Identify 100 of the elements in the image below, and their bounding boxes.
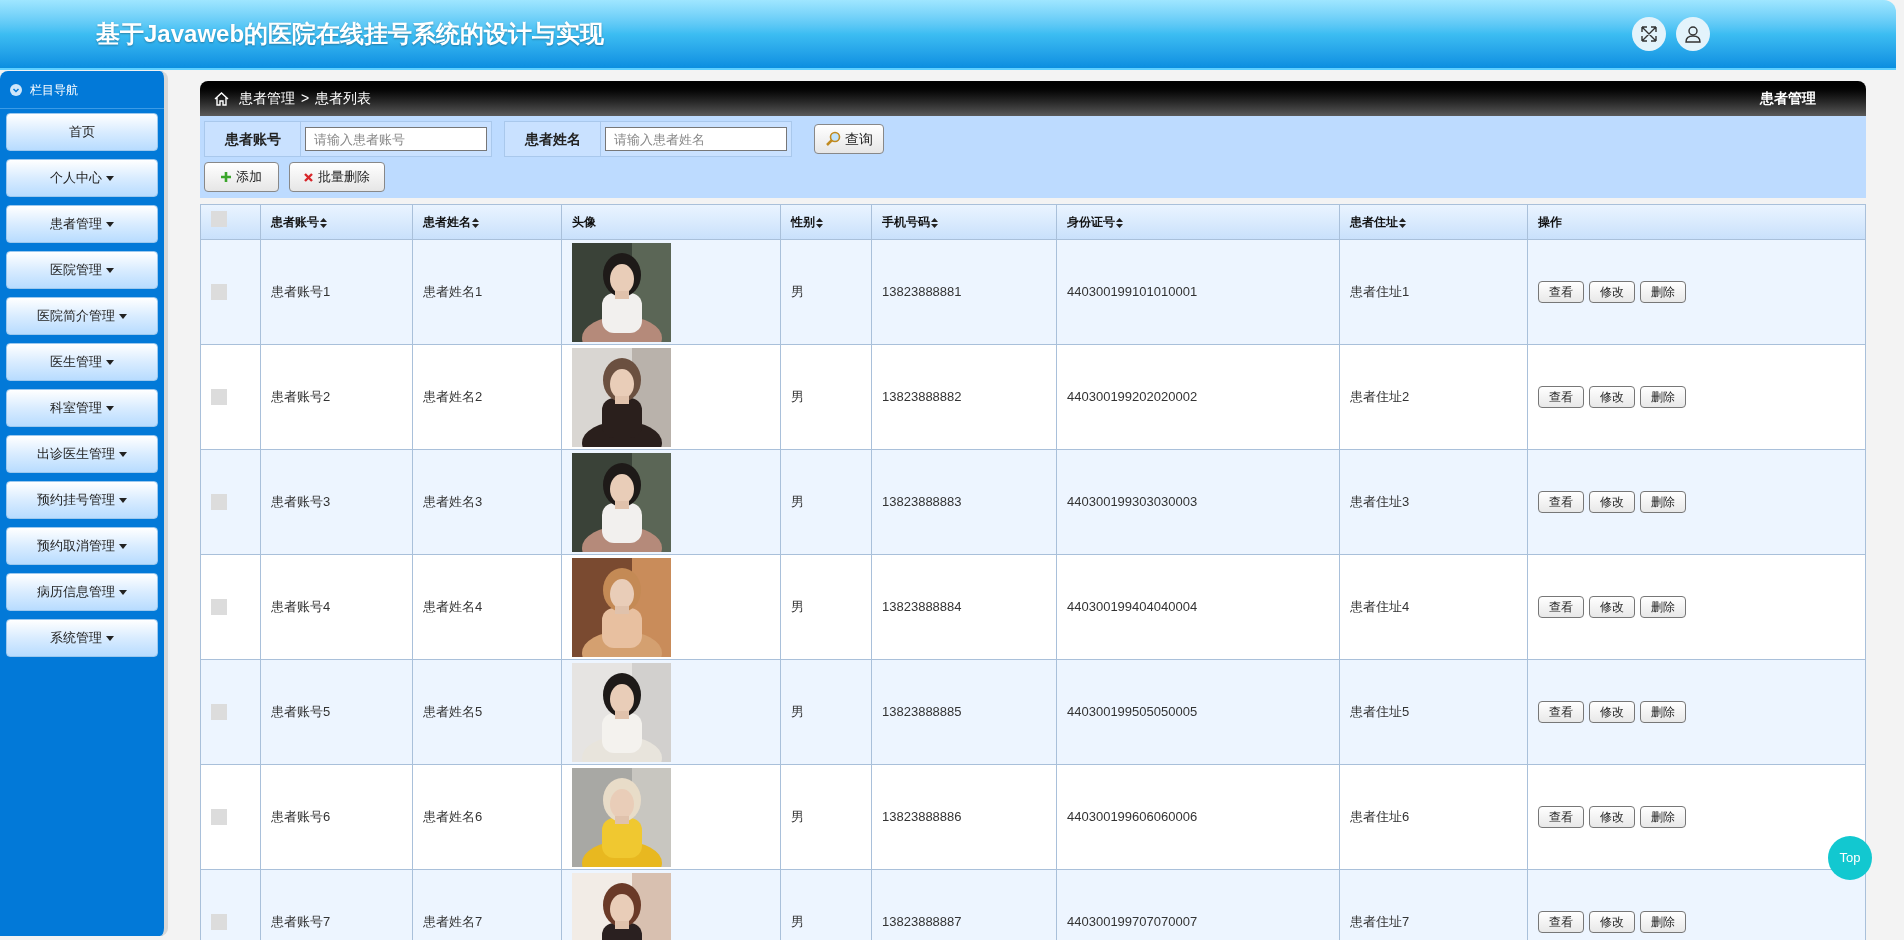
caret-icon (119, 451, 127, 457)
table-cell: 患者姓名6 (412, 764, 562, 870)
caret-icon (119, 313, 127, 319)
edit-button[interactable]: 修改 (1589, 596, 1635, 618)
sort-icon[interactable] (1399, 217, 1406, 228)
delete-button[interactable]: 删除 (1640, 386, 1686, 408)
view-button[interactable]: 查看 (1538, 596, 1584, 618)
user-button[interactable] (1676, 17, 1710, 51)
sidebar-item[interactable]: 预约挂号管理 (6, 481, 158, 519)
edit-button[interactable]: 修改 (1589, 281, 1635, 303)
add-button[interactable]: 添加 (204, 162, 279, 192)
sort-icon[interactable] (472, 217, 479, 228)
column-header[interactable]: 手机号码 (871, 204, 1057, 240)
delete-button[interactable]: 删除 (1640, 911, 1686, 933)
view-button[interactable]: 查看 (1538, 806, 1584, 828)
row-checkbox[interactable] (211, 494, 227, 510)
column-header[interactable]: 患者账号 (260, 204, 413, 240)
sidebar-item[interactable]: 医生管理 (6, 343, 158, 381)
view-button[interactable]: 查看 (1538, 491, 1584, 513)
table-cell: 患者住址2 (1339, 344, 1528, 450)
row-checkbox[interactable] (211, 914, 227, 930)
sort-icon[interactable] (320, 217, 327, 228)
cross-icon (304, 172, 313, 182)
filter-input[interactable]: 请输入患者账号 (305, 127, 487, 151)
table-cell: 男 (780, 344, 872, 450)
delete-button[interactable]: 删除 (1640, 491, 1686, 513)
filter-input[interactable]: 请输入患者姓名 (605, 127, 787, 151)
edit-button[interactable]: 修改 (1589, 806, 1635, 828)
section-title: 患者管理 (1760, 89, 1816, 108)
table-cell: 患者姓名3 (412, 449, 562, 555)
sidebar-title: 栏目导航 (30, 81, 78, 99)
row-checkbox[interactable] (211, 284, 227, 300)
table-cell: 13823888884 (871, 554, 1057, 660)
table-cell: 440300199303030003 (1056, 449, 1340, 555)
table-cell: 男 (780, 554, 872, 660)
sort-icon[interactable] (931, 217, 938, 228)
sidebar-item[interactable]: 个人中心 (6, 159, 158, 197)
caret-icon (106, 359, 114, 365)
row-checkbox[interactable] (211, 704, 227, 720)
sort-icon[interactable] (1116, 217, 1123, 228)
delete-button[interactable]: 删除 (1640, 596, 1686, 618)
column-header[interactable]: 身份证号 (1056, 204, 1340, 240)
fullscreen-button[interactable] (1632, 17, 1666, 51)
row-checkbox[interactable] (211, 809, 227, 825)
batch-delete-button[interactable]: 批量删除 (289, 162, 385, 192)
table-cell: 患者姓名4 (412, 554, 562, 660)
delete-button[interactable]: 删除 (1640, 281, 1686, 303)
view-button[interactable]: 查看 (1538, 386, 1584, 408)
table-cell: 患者账号3 (260, 449, 413, 555)
breadcrumb-separator: > (301, 89, 310, 108)
table-cell: 13823888885 (871, 659, 1057, 765)
sidebar-item[interactable]: 患者管理 (6, 205, 158, 243)
home-icon[interactable] (214, 91, 229, 106)
sidebar-item[interactable]: 预约取消管理 (6, 527, 158, 565)
caret-icon (106, 267, 114, 273)
sidebar-item[interactable]: 病历信息管理 (6, 573, 158, 611)
table-cell: 男 (780, 449, 872, 555)
view-button[interactable]: 查看 (1538, 701, 1584, 723)
breadcrumb-link[interactable]: 患者管理 (239, 88, 295, 109)
table-cell: 患者账号4 (260, 554, 413, 660)
filter-label: 患者账号 (205, 122, 301, 156)
edit-button[interactable]: 修改 (1589, 911, 1635, 933)
view-button[interactable]: 查看 (1538, 281, 1584, 303)
table-cell: 13823888881 (871, 239, 1057, 345)
caret-icon (106, 405, 114, 411)
table-cell: 患者姓名5 (412, 659, 562, 765)
table-cell: 男 (780, 239, 872, 345)
row-checkbox[interactable] (211, 389, 227, 405)
delete-button[interactable]: 删除 (1640, 701, 1686, 723)
caret-icon (106, 175, 114, 181)
collapse-icon[interactable] (10, 83, 22, 96)
table-cell: 男 (780, 659, 872, 765)
view-button[interactable]: 查看 (1538, 911, 1584, 933)
filter-label: 患者姓名 (505, 122, 601, 156)
table-cell: 患者姓名1 (412, 239, 562, 345)
search-button[interactable]: 查询 (814, 124, 884, 154)
user-icon (1684, 25, 1702, 43)
sidebar-item[interactable]: 系统管理 (6, 619, 158, 657)
column-header[interactable]: 性别 (780, 204, 872, 240)
edit-button[interactable]: 修改 (1589, 386, 1635, 408)
table-cell: 440300199101010001 (1056, 239, 1340, 345)
select-all-checkbox[interactable] (211, 211, 227, 227)
column-header[interactable]: 患者住址 (1339, 204, 1528, 240)
sort-icon[interactable] (816, 217, 823, 228)
delete-button[interactable]: 删除 (1640, 806, 1686, 828)
table-cell: 患者账号1 (260, 239, 413, 345)
column-header[interactable]: 患者姓名 (412, 204, 562, 240)
table-cell: 440300199202020002 (1056, 344, 1340, 450)
column-header: 头像 (561, 204, 781, 240)
edit-button[interactable]: 修改 (1589, 701, 1635, 723)
sidebar-item[interactable]: 科室管理 (6, 389, 158, 427)
table-cell: 患者住址6 (1339, 764, 1528, 870)
row-checkbox[interactable] (211, 599, 227, 615)
sidebar-item[interactable]: 首页 (6, 113, 158, 151)
sidebar-item[interactable]: 出诊医生管理 (6, 435, 158, 473)
expand-icon (1640, 25, 1658, 43)
edit-button[interactable]: 修改 (1589, 491, 1635, 513)
table-cell: 患者住址5 (1339, 659, 1528, 765)
sidebar-item[interactable]: 医院管理 (6, 251, 158, 289)
sidebar-item[interactable]: 医院简介管理 (6, 297, 158, 335)
